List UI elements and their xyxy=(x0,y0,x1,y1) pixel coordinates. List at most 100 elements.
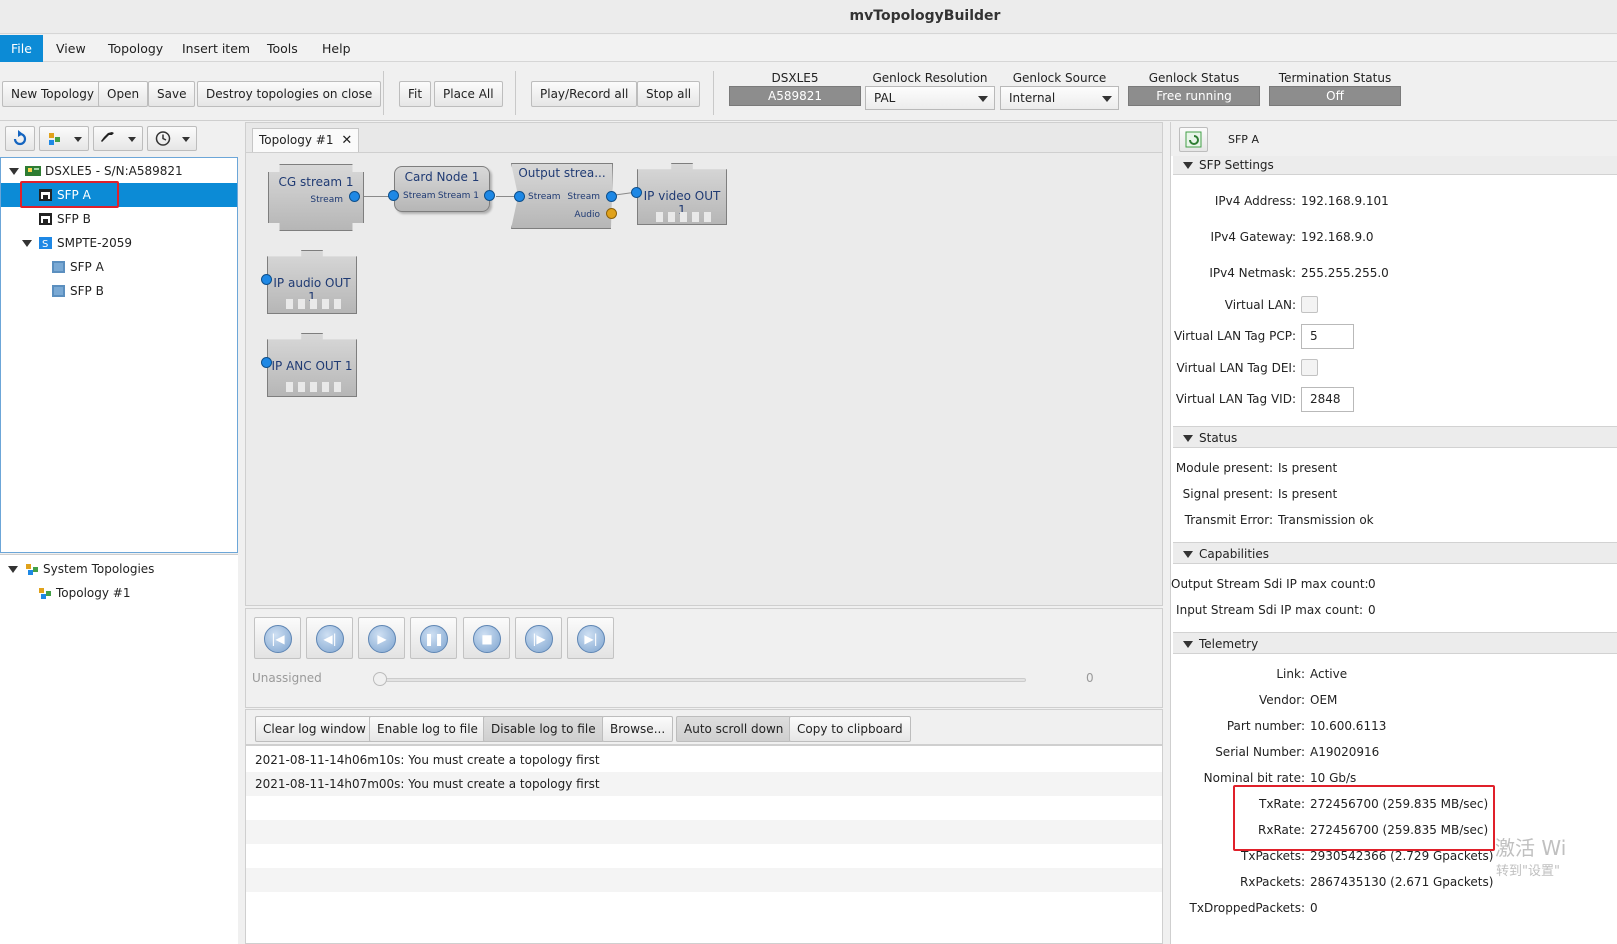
output-stream-node[interactable]: Output strea... Stream Stream Audio xyxy=(511,163,613,229)
section-sfp-settings[interactable]: SFP Settings xyxy=(1173,156,1617,175)
tools-dropdown[interactable] xyxy=(93,126,143,151)
tab-topology-1[interactable]: Topology #1 ✕ xyxy=(252,128,360,153)
history-dropdown[interactable] xyxy=(147,126,197,151)
refresh-button[interactable] xyxy=(5,126,35,151)
auto-scroll-button[interactable]: Auto scroll down xyxy=(676,716,792,742)
expand-icon[interactable] xyxy=(9,168,19,175)
window-title: mvTopologyBuilder xyxy=(849,8,1001,24)
destroy-topologies-button[interactable]: Destroy topologies on close xyxy=(197,81,382,107)
ip-video-out-node[interactable]: IP video OUT 1 xyxy=(637,163,727,225)
menu-help[interactable]: Help xyxy=(311,35,362,62)
input-port[interactable] xyxy=(388,190,399,201)
tab-label: Topology #1 xyxy=(259,133,334,147)
genlock-source-select[interactable]: Internal xyxy=(1000,86,1119,110)
pause-icon: ❚❚ xyxy=(420,625,448,653)
step-back-button[interactable]: ◀| xyxy=(306,617,353,659)
pause-button[interactable]: ❚❚ xyxy=(410,617,457,659)
output-port[interactable] xyxy=(349,191,360,202)
log-window[interactable]: 2021-08-11-14h06m10s: You must create a … xyxy=(245,745,1163,944)
prop-value: A19020916 xyxy=(1310,745,1380,759)
skip-first-button[interactable]: |◀ xyxy=(254,617,301,659)
copy-clipboard-button[interactable]: Copy to clipboard xyxy=(789,716,911,742)
browse-button[interactable]: Browse... xyxy=(602,716,674,742)
disable-log-button[interactable]: Disable log to file xyxy=(483,716,604,742)
menu-tools[interactable]: Tools xyxy=(256,35,309,62)
enable-log-button[interactable]: Enable log to file xyxy=(369,716,486,742)
audio-output-port[interactable] xyxy=(606,208,617,219)
ip-audio-out-node[interactable]: IP audio OUT 1 xyxy=(267,250,357,314)
chevron-down-icon xyxy=(978,96,988,102)
virtual-lan-checkbox[interactable] xyxy=(1301,296,1318,313)
new-topology-button[interactable]: New Topology xyxy=(2,81,103,107)
tree-item-device[interactable]: DSXLE5 - S/N:A589821 xyxy=(1,159,237,183)
log-entry: 2021-08-11-14h07m00s: You must create a … xyxy=(246,772,1162,796)
step-forward-button[interactable]: |▶ xyxy=(515,617,562,659)
prop-value: Active xyxy=(1310,667,1348,681)
left-panel: DSXLE5 - S/N:A589821 SFP A SFP B S SMPTE… xyxy=(0,122,238,944)
stop-button[interactable]: ■ xyxy=(463,617,510,659)
play-record-all-button[interactable]: Play/Record all xyxy=(531,81,638,107)
log-entry: 2021-08-11-14h06m10s: You must create a … xyxy=(255,753,600,767)
prop-value: Is present xyxy=(1278,461,1338,475)
vlan-vid-input[interactable]: 2848 xyxy=(1301,387,1354,412)
vlan-dei-checkbox[interactable] xyxy=(1301,359,1318,376)
expand-icon[interactable] xyxy=(8,566,18,573)
save-button[interactable]: Save xyxy=(148,81,196,107)
output-port[interactable] xyxy=(484,190,495,201)
step-back-icon: ◀| xyxy=(316,625,344,653)
input-port[interactable] xyxy=(514,191,525,202)
slider-thumb[interactable] xyxy=(373,672,387,686)
input-port[interactable] xyxy=(261,357,272,368)
chevron-down-icon xyxy=(74,137,82,142)
tree-item-smpte-sfp-a[interactable]: SFP A xyxy=(1,255,237,279)
tree-item-topology-1[interactable]: Topology #1 xyxy=(0,581,236,605)
section-capabilities[interactable]: Capabilities xyxy=(1173,542,1617,564)
menu-file[interactable]: File xyxy=(0,35,43,62)
menu-view[interactable]: View xyxy=(45,35,97,62)
skip-last-button[interactable]: ▶| xyxy=(567,617,614,659)
card-node[interactable]: Card Node 1 Stream Stream 1 xyxy=(394,166,490,212)
position-slider[interactable] xyxy=(374,678,1026,682)
section-telemetry[interactable]: Telemetry xyxy=(1173,632,1617,654)
clock-icon xyxy=(155,131,171,146)
prop-label: Module present: xyxy=(1175,461,1273,475)
topology-canvas[interactable]: CG stream 1 Stream Card Node 1 Stream St… xyxy=(245,152,1163,606)
play-button[interactable]: ▶ xyxy=(358,617,405,659)
fit-button[interactable]: Fit xyxy=(399,81,432,107)
section-status[interactable]: Status xyxy=(1173,426,1617,448)
section-title: SFP Settings xyxy=(1199,158,1274,172)
input-port[interactable] xyxy=(631,187,642,198)
vlan-pcp-input[interactable]: 5 xyxy=(1301,324,1354,349)
menu-topology[interactable]: Topology xyxy=(97,35,174,62)
prop-value: 0 xyxy=(1310,901,1318,915)
tree-item-smpte[interactable]: S SMPTE-2059 xyxy=(1,231,237,255)
clear-log-button[interactable]: Clear log window xyxy=(255,716,374,742)
tree-item-sfp-b[interactable]: SFP B xyxy=(1,207,237,231)
add-item-dropdown[interactable] xyxy=(39,126,89,151)
refresh-icon xyxy=(13,130,27,146)
menu-insert-item[interactable]: Insert item xyxy=(171,35,261,62)
device-card-icon xyxy=(25,166,41,176)
genlock-resolution-value: PAL xyxy=(874,91,896,105)
highlight-rates xyxy=(1233,785,1495,851)
player-controls: |◀ ◀| ▶ ❚❚ ■ |▶ ▶| Unassigned 0 xyxy=(245,608,1163,708)
stop-all-button[interactable]: Stop all xyxy=(637,81,701,107)
step-forward-icon: |▶ xyxy=(525,625,553,653)
output-port[interactable] xyxy=(606,191,617,202)
close-icon[interactable]: ✕ xyxy=(341,133,352,148)
place-all-button[interactable]: Place All xyxy=(434,81,503,107)
tree-label: Topology #1 xyxy=(56,586,131,600)
ip-anc-out-node[interactable]: IP ANC OUT 1 xyxy=(267,333,357,397)
refresh-properties-button[interactable] xyxy=(1179,127,1208,152)
port-label: Stream xyxy=(310,195,343,205)
open-button[interactable]: Open xyxy=(98,81,149,107)
prop-label: Serial Number: xyxy=(1215,745,1305,759)
expand-icon[interactable] xyxy=(22,240,32,247)
ethernet-slots xyxy=(286,299,341,309)
log-row-empty xyxy=(246,820,1162,844)
tree-item-system-topologies[interactable]: System Topologies xyxy=(0,557,236,581)
input-port[interactable] xyxy=(261,274,272,285)
tree-item-smpte-sfp-b[interactable]: SFP B xyxy=(1,279,237,303)
genlock-resolution-select[interactable]: PAL xyxy=(865,86,995,110)
prop-label: Virtual LAN Tag DEI: xyxy=(1176,361,1296,375)
